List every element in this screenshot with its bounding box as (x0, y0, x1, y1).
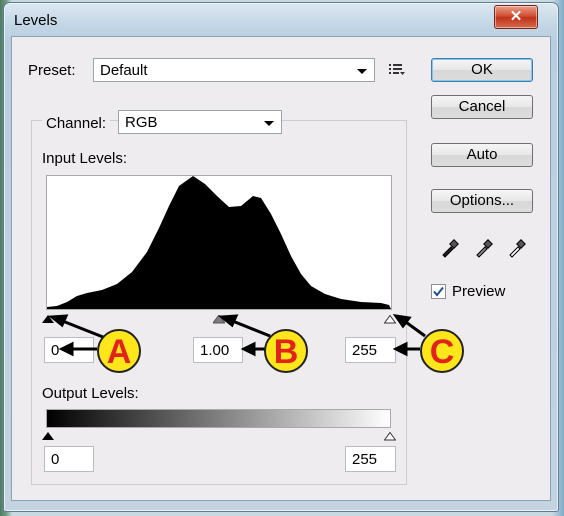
callout-a: A (97, 329, 141, 373)
callout-a-letter: A (106, 333, 132, 371)
callout-b: B (264, 329, 308, 373)
callout-c-letter: C (429, 333, 455, 371)
callout-b-letter: B (273, 333, 299, 371)
callout-arrows (48, 313, 426, 357)
callout-c: C (420, 329, 464, 373)
